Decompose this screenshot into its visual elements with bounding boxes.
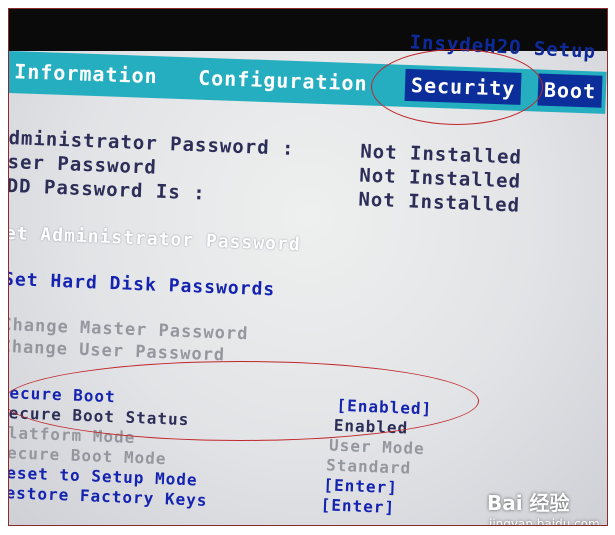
set-admin-password-item[interactable]: et Administrator Password [9, 223, 301, 255]
tab-boot[interactable]: Boot [537, 73, 603, 108]
baidu-watermark: Bai 经验 jingyan.baidu.com [487, 487, 607, 526]
secure-boot-highlight-circle [9, 361, 479, 441]
platform-mode-value: User Mode [328, 435, 426, 459]
reset-setup-mode-value[interactable]: [Enter] [323, 475, 398, 497]
security-settings-panel: dministrator Password : Not Installed se… [8, 127, 607, 525]
baidu-logo: Bai 经验 [487, 491, 570, 515]
baidu-url: jingyan.baidu.com [489, 517, 600, 526]
tab-configuration[interactable]: Configuration [198, 62, 369, 100]
tab-information[interactable]: Information [14, 55, 158, 92]
restore-factory-keys-value[interactable]: [Enter] [320, 495, 395, 517]
bios-photo: InsydeH2O Setup Information Configuratio… [8, 8, 608, 526]
hdd-password-value: Not Installed [358, 188, 521, 217]
user-password-label: ser Password [8, 150, 158, 179]
secure-boot-mode-value: Standard [325, 455, 412, 478]
security-tab-highlight-circle [371, 49, 543, 125]
hdd-password-label: DD Password Is : [8, 174, 207, 205]
set-hdd-passwords-item[interactable]: Set Hard Disk Passwords [9, 269, 276, 300]
